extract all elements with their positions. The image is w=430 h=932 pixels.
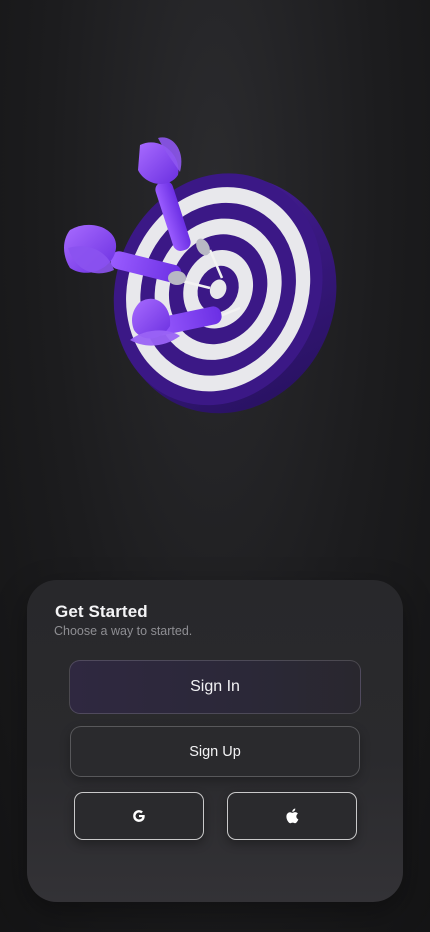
sign-in-button[interactable]: Sign In — [69, 660, 361, 714]
sign-in-label: Sign In — [190, 678, 240, 695]
card-subtitle: Choose a way to started. — [54, 624, 193, 638]
get-started-card: Get Started Choose a way to started. Sig… — [27, 580, 403, 902]
google-g-icon — [132, 809, 146, 823]
google-sign-in-button[interactable] — [74, 792, 204, 840]
get-started-screen: Get Started Choose a way to started. Sig… — [0, 0, 430, 932]
card-title: Get Started — [55, 602, 148, 621]
sign-up-label: Sign Up — [189, 743, 241, 760]
sign-up-button[interactable]: Sign Up — [70, 726, 360, 777]
apple-sign-in-button[interactable] — [227, 792, 357, 840]
dartboard-illustration — [64, 137, 337, 414]
apple-logo-icon — [285, 808, 299, 824]
